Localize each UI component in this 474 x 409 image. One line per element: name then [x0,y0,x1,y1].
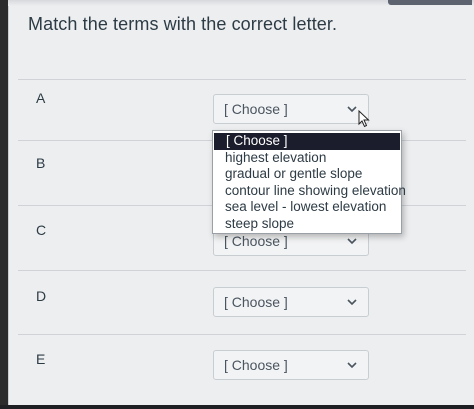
option-contour-line[interactable]: contour line showing elevation [213,183,406,200]
select-d[interactable]: [ Choose ] [213,287,369,317]
row-label-d: D [36,288,47,304]
select-e[interactable]: [ Choose ] [213,350,369,380]
chevron-down-icon [347,299,357,306]
select-a-value: [ Choose ] [224,101,288,117]
question-prompt: Match the terms with the correct letter. [28,14,338,34]
cropped-banner [388,0,472,5]
divider [18,334,466,335]
divider [18,270,466,271]
option-gentle-slope[interactable]: gradual or gentle slope [213,166,401,183]
select-a[interactable]: [ Choose ] [213,94,369,124]
select-d-value: [ Choose ] [224,294,288,310]
select-a-options: [ Choose ] highest elevation gradual or … [212,130,406,234]
row-label-a: A [36,90,46,106]
chevron-down-icon [347,106,357,113]
row-label-b: B [36,155,46,171]
divider [18,79,466,80]
option-steep-slope[interactable]: steep slope [213,216,401,233]
top-edge [8,0,474,6]
taskbar-edge [0,405,474,409]
option-highest-elevation[interactable]: highest elevation [213,150,401,167]
select-c-value: [ Choose ] [224,233,288,249]
chevron-down-icon [347,238,357,245]
chevron-down-icon [347,362,357,369]
option-sea-level[interactable]: sea level - lowest elevation [213,199,401,216]
row-label-c: C [36,222,47,238]
select-e-value: [ Choose ] [224,357,288,373]
option-choose[interactable]: [ Choose ] [214,133,400,150]
row-label-e: E [36,351,46,367]
mouse-cursor-icon [358,110,370,128]
